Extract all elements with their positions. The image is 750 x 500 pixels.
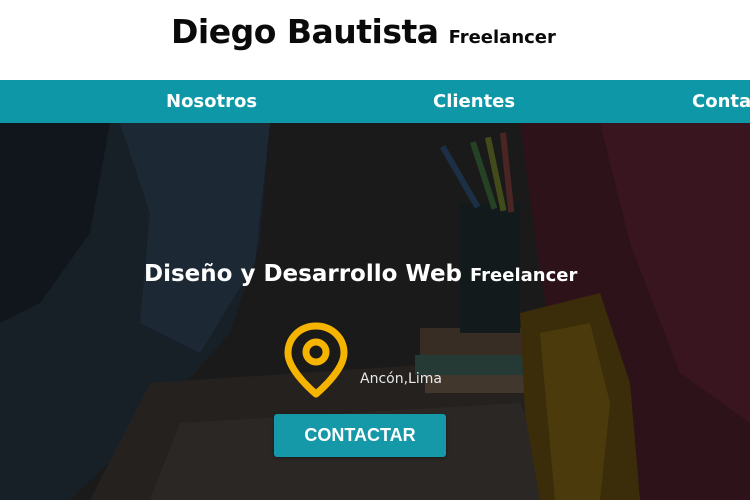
brand[interactable]: Diego Bautista Freelancer (171, 12, 556, 51)
hero-section: Diseño y Desarrollo Web Freelancer Ancón… (0, 123, 750, 500)
site-header: Diego Bautista Freelancer (0, 0, 750, 80)
brand-tagline: Freelancer (448, 27, 556, 48)
contact-button[interactable]: CONTACTAR (274, 414, 446, 457)
hero-title-main: Diseño y Desarrollo Web (144, 261, 463, 287)
main-nav: Nosotros Clientes Contacto (0, 80, 750, 123)
map-pin-icon (284, 322, 348, 398)
hero-title: Diseño y Desarrollo Web Freelancer (144, 261, 577, 287)
location-text: Ancón,Lima (360, 371, 442, 387)
nav-item-nosotros[interactable]: Nosotros (166, 80, 257, 123)
nav-item-clientes[interactable]: Clientes (433, 80, 515, 123)
brand-name: Diego Bautista (171, 12, 439, 51)
hero-title-tag: Freelancer (470, 265, 578, 286)
nav-item-contacto[interactable]: Contacto (692, 80, 750, 123)
